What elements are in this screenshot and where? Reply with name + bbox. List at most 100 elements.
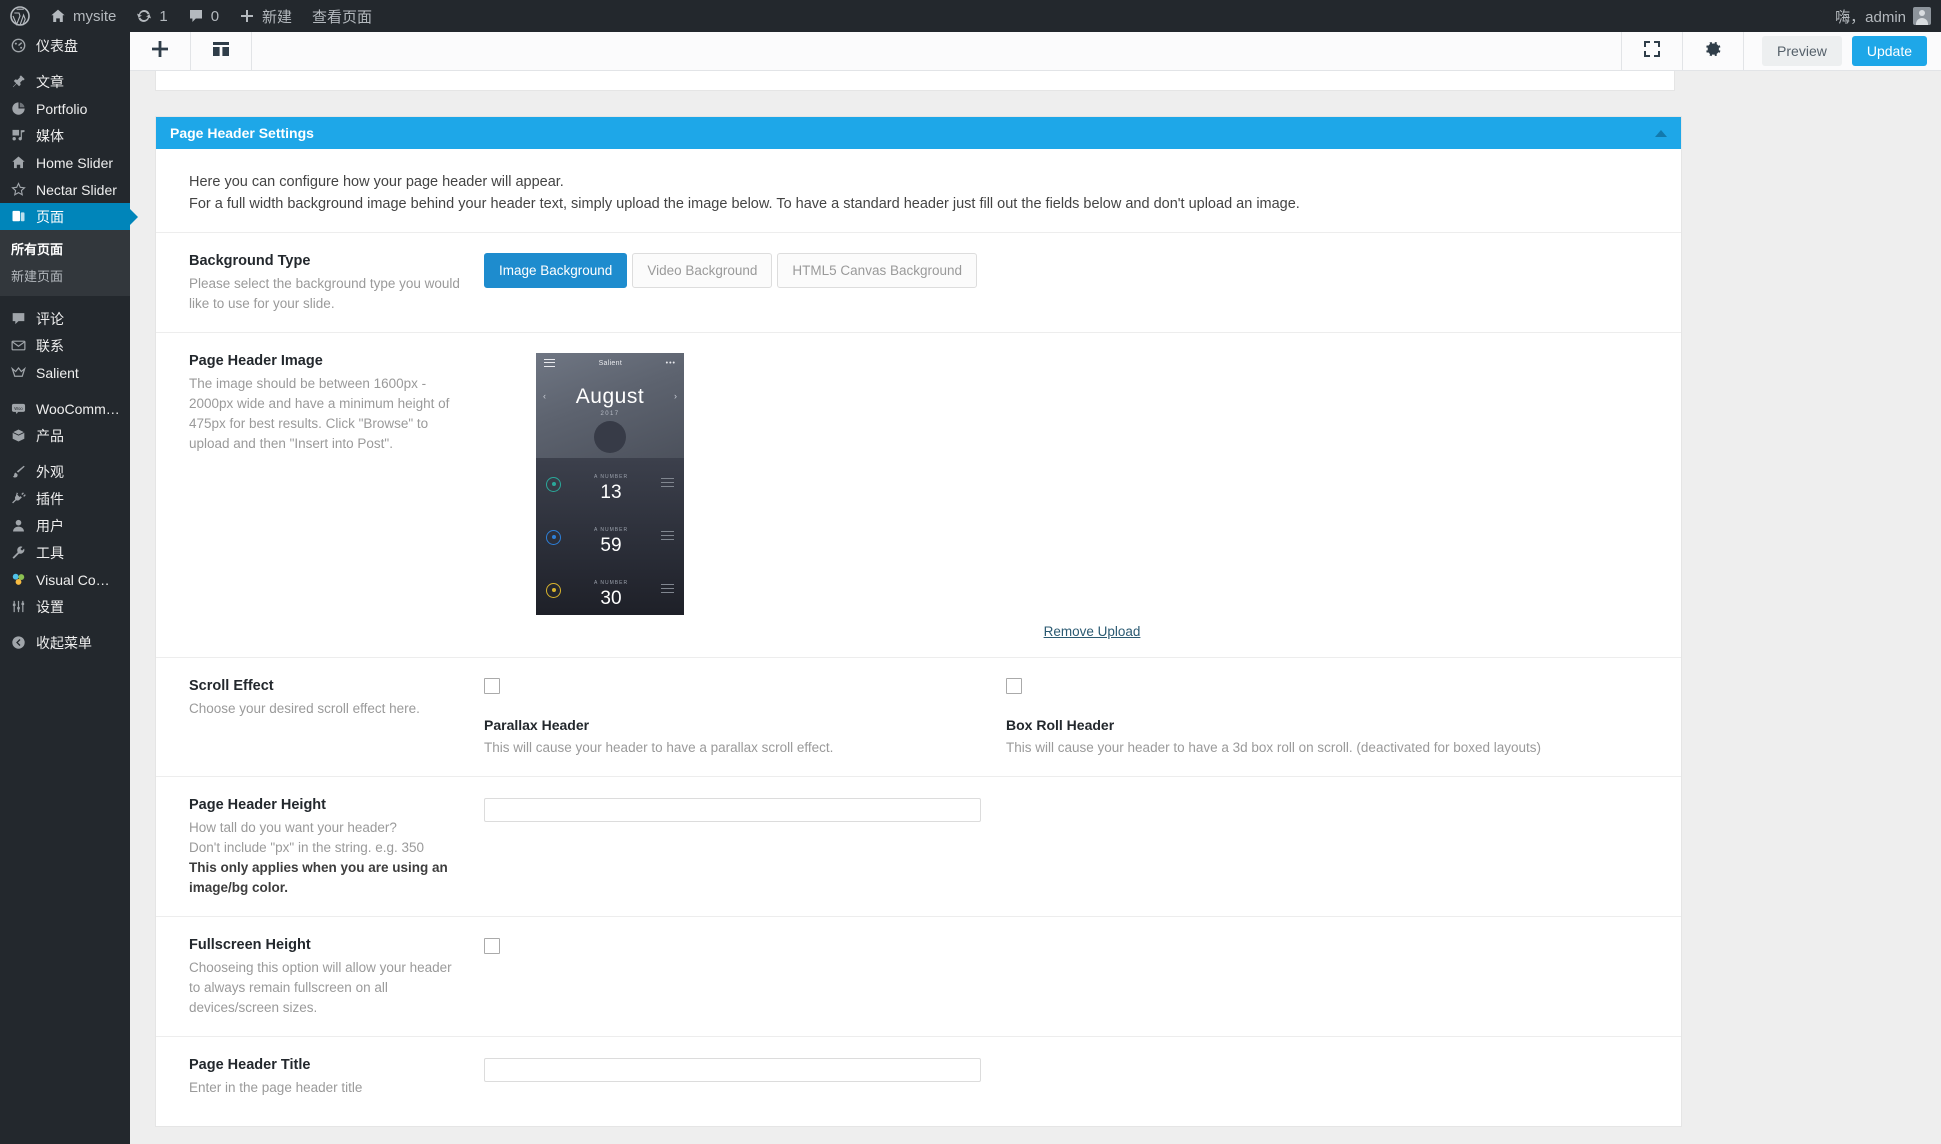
fullscreen-button[interactable] bbox=[1621, 32, 1682, 70]
home-icon bbox=[9, 154, 27, 172]
collapse-icon bbox=[9, 634, 27, 652]
parallax-header-title: Parallax Header bbox=[484, 716, 590, 733]
admin-sidebar: 仪表盘 文章 Portfolio 媒体 Home Slider Nectar S… bbox=[0, 32, 130, 1144]
new-content-menu[interactable]: 新建 bbox=[229, 0, 302, 32]
sidebar-item-label: 文章 bbox=[36, 73, 64, 90]
pages-icon bbox=[9, 208, 27, 226]
page-header-title-input[interactable] bbox=[484, 1057, 981, 1082]
fullscreen-icon bbox=[1642, 39, 1662, 64]
sidebar-item-contact[interactable]: 联系 bbox=[0, 332, 130, 359]
box-roll-header-checkbox[interactable] bbox=[1006, 677, 1022, 694]
view-page-label: 查看页面 bbox=[312, 8, 373, 26]
box-roll-header-desc: This will cause your header to have a 3d… bbox=[1006, 739, 1542, 755]
sidebar-item-woocommerce[interactable]: Woo WooCommerce bbox=[0, 395, 130, 422]
page-header-height-desc-1: How tall do you want your header? bbox=[189, 819, 397, 835]
background-type-label: Background Type bbox=[189, 252, 311, 269]
svg-text:Woo: Woo bbox=[14, 406, 23, 411]
row-background-type: Background Type Please select the backgr… bbox=[156, 231, 1681, 332]
user-icon bbox=[9, 517, 27, 535]
updates-menu[interactable]: 1 bbox=[126, 0, 177, 32]
box-roll-header-group: Box Roll Header This will cause your hea… bbox=[996, 677, 1648, 758]
sidebar-item-label: 插件 bbox=[36, 490, 64, 507]
option-html5-canvas-background[interactable]: HTML5 Canvas Background bbox=[777, 252, 978, 288]
page-header-height-label: Page Header Height bbox=[189, 796, 326, 813]
intro-line-2: For a full width background image behind… bbox=[189, 196, 1300, 213]
preview-avatar-circle bbox=[594, 420, 626, 453]
new-content-label: 新建 bbox=[262, 8, 293, 26]
comments-menu[interactable]: 0 bbox=[178, 0, 229, 32]
preview-stat-caption: A NUMBER bbox=[593, 526, 629, 533]
panel-title: Page Header Settings bbox=[170, 125, 314, 141]
view-page-link[interactable]: 查看页面 bbox=[302, 0, 382, 32]
sidebar-item-label: Nectar Slider bbox=[36, 181, 117, 198]
page-header-image-field: Salient ••• ‹ › August 2017 A NUMBER 13 … bbox=[484, 352, 1648, 639]
page-header-height-desc-2: Don't include "px" in the string. e.g. 3… bbox=[189, 839, 425, 855]
option-video-background[interactable]: Video Background bbox=[632, 252, 773, 288]
parallax-header-group: Parallax Header This will cause your hea… bbox=[484, 677, 996, 758]
preview-app-bar: Salient ••• bbox=[536, 353, 684, 375]
preview-button[interactable]: Preview bbox=[1762, 36, 1842, 66]
box-roll-header-title: Box Roll Header bbox=[1006, 716, 1115, 733]
preview-year: 2017 bbox=[600, 410, 620, 417]
sidebar-item-collapse-menu[interactable]: 收起菜单 bbox=[0, 629, 130, 656]
option-image-background[interactable]: Image Background bbox=[484, 252, 628, 288]
wp-logo-menu[interactable] bbox=[0, 0, 40, 32]
preview-stat-value: 13 bbox=[600, 481, 622, 503]
caret-up-icon[interactable] bbox=[1655, 129, 1667, 137]
sidebar-item-label: Home Slider bbox=[36, 154, 114, 171]
update-button[interactable]: Update bbox=[1851, 36, 1927, 66]
row-fullscreen-height: Fullscreen Height Chooseing this option … bbox=[156, 915, 1681, 1036]
sidebar-item-pages[interactable]: 页面 bbox=[0, 203, 130, 230]
page-header-height-input[interactable] bbox=[484, 797, 981, 822]
sidebar-item-label: 联系 bbox=[36, 337, 64, 354]
sidebar-item-comments[interactable]: 评论 bbox=[0, 305, 130, 332]
media-icon bbox=[9, 127, 27, 145]
sidebar-item-settings[interactable]: 设置 bbox=[0, 593, 130, 620]
account-menu[interactable]: 嗨，admin bbox=[1825, 0, 1941, 32]
sidebar-submenu-pages: 所有页面 新建页面 bbox=[0, 230, 130, 296]
wordpress-logo-icon bbox=[10, 6, 30, 26]
plus-icon bbox=[239, 8, 255, 24]
sidebar-item-products[interactable]: 产品 bbox=[0, 422, 130, 449]
sidebar-item-salient[interactable]: Salient bbox=[0, 359, 130, 386]
scroll-effect-label-group: Scroll Effect Choose your desired scroll… bbox=[189, 678, 484, 758]
sidebar-item-label: Salient bbox=[36, 364, 79, 381]
preview-month: August bbox=[575, 384, 645, 408]
settings-button[interactable] bbox=[1682, 32, 1743, 70]
hamburger-icon bbox=[661, 531, 674, 543]
sidebar-item-dashboard[interactable]: 仪表盘 bbox=[0, 32, 130, 59]
fullscreen-height-checkbox[interactable] bbox=[484, 937, 500, 954]
block-layout-button[interactable] bbox=[191, 32, 252, 70]
sidebar-item-plugins[interactable]: 插件 bbox=[0, 485, 130, 512]
fullscreen-height-field bbox=[484, 937, 1648, 1018]
sidebar-item-appearance[interactable]: 外观 bbox=[0, 458, 130, 485]
panel-header[interactable]: Page Header Settings bbox=[156, 117, 1681, 149]
add-block-button[interactable] bbox=[130, 32, 191, 70]
sidebar-item-all-pages[interactable]: 所有页面 bbox=[0, 235, 130, 262]
box-icon bbox=[9, 427, 27, 445]
sidebar-item-label: 评论 bbox=[36, 310, 64, 327]
comment-bubble-icon bbox=[188, 8, 204, 24]
settings-sliders-icon bbox=[9, 598, 27, 616]
preview-stat-row: A NUMBER 30 bbox=[536, 564, 684, 615]
remove-upload-link[interactable]: Remove Upload bbox=[536, 624, 1648, 639]
fullscreen-height-desc: Chooseing this option will allow your he… bbox=[189, 959, 452, 1015]
sidebar-item-tools[interactable]: 工具 bbox=[0, 539, 130, 566]
sidebar-item-posts[interactable]: 文章 bbox=[0, 68, 130, 95]
sidebar-item-new-page[interactable]: 新建页面 bbox=[0, 262, 130, 289]
sidebar-item-nectar-slider[interactable]: Nectar Slider bbox=[0, 176, 130, 203]
sidebar-item-media[interactable]: 媒体 bbox=[0, 122, 130, 149]
sidebar-item-label: 收起菜单 bbox=[36, 634, 92, 651]
parallax-header-checkbox[interactable] bbox=[484, 677, 500, 694]
sidebar-item-visual-composer[interactable]: Visual Composer bbox=[0, 566, 130, 593]
sidebar-item-portfolio[interactable]: Portfolio bbox=[0, 95, 130, 122]
pin-icon bbox=[9, 73, 27, 91]
sidebar-item-users[interactable]: 用户 bbox=[0, 512, 130, 539]
page-header-height-desc-3: This only applies when you are using an … bbox=[189, 859, 448, 895]
scroll-effect-field: Parallax Header This will cause your hea… bbox=[484, 677, 1648, 758]
sidebar-item-home-slider[interactable]: Home Slider bbox=[0, 149, 130, 176]
editor-toolbar: Preview Update bbox=[130, 32, 1941, 71]
uploaded-image-preview[interactable]: Salient ••• ‹ › August 2017 A NUMBER 13 … bbox=[536, 352, 684, 615]
preview-ring-icon bbox=[546, 529, 561, 545]
site-name-menu[interactable]: mysite bbox=[40, 0, 126, 32]
